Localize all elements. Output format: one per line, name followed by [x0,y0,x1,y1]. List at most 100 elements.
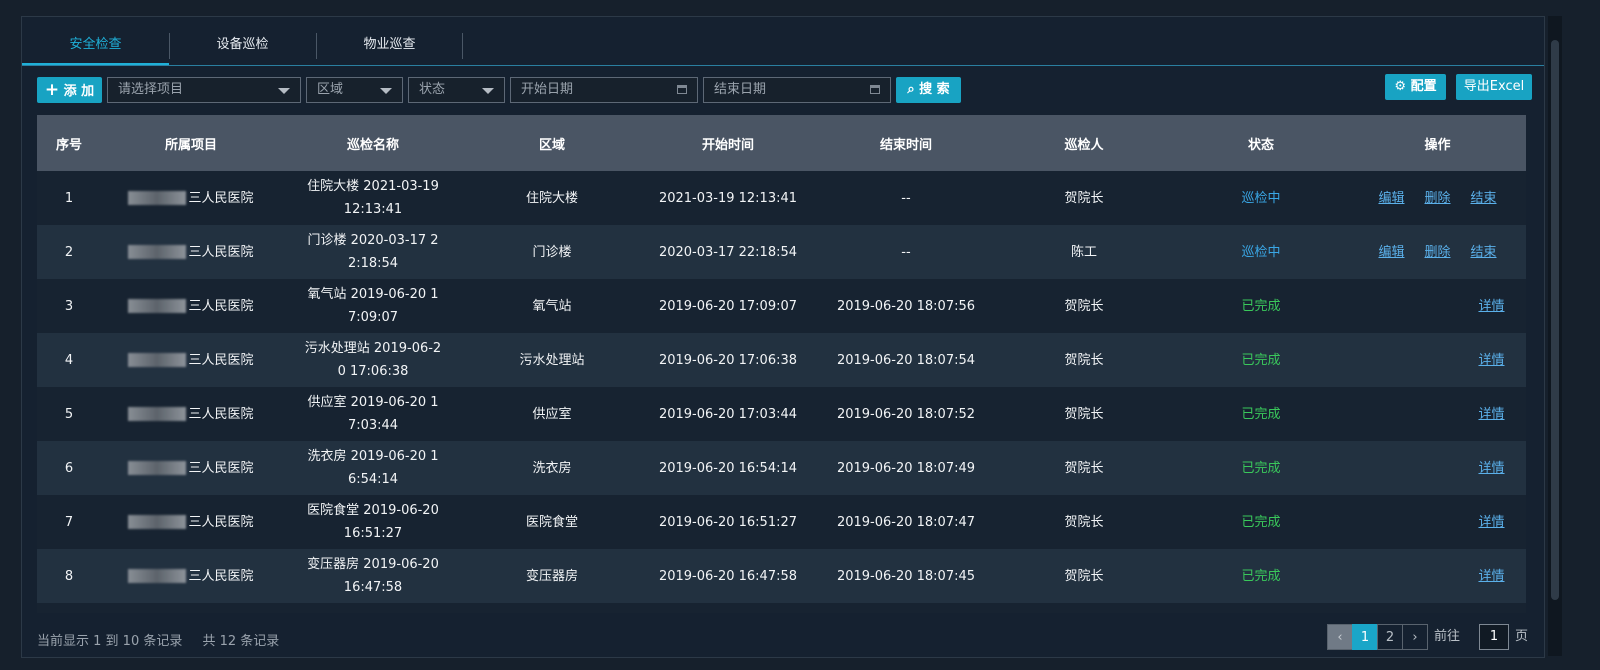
detail-link[interactable]: 详情 [1478,299,1504,314]
edit-link[interactable]: 编辑 [1378,245,1404,260]
chevron-right-icon: › [1412,630,1418,645]
cell-start-time: 2019-06-20 16:51:27 [639,495,817,549]
cell-name: 洗衣房 2019-06-20 1 6:54:14 [281,441,465,495]
cell-end-time: -- [817,171,995,225]
end-time-text: 2019-06-20 18:07:56 [836,298,976,314]
area-text: 污水处理站 [519,352,585,368]
name-line-2: 0 17:06:38 [337,364,409,379]
cell-inspector: 陈工 [995,225,1173,279]
config-button[interactable]: ⚙ 配置 [1385,74,1446,100]
cell-status: 已完成 [1173,333,1349,387]
name-line-2: 16:47:58 [343,580,403,595]
project-select[interactable]: 请选择项目 [107,77,301,103]
table-row: 4 三人民医院 污水处理站 2019-06-2 0 17:06:38 污水处理站 2019… [37,333,1526,387]
name-line-1: 污水处理站 2019-06-2 [304,341,442,356]
header-inspector: 巡检人 [995,115,1173,171]
finish-link[interactable]: 结束 [1471,245,1497,260]
detail-link[interactable]: 详情 [1478,407,1504,422]
cell-area: 洗衣房 [465,441,639,495]
index-text: 8 [64,568,74,584]
status-badge: 已完成 [1241,298,1281,314]
end-time-text: 2019-06-20 18:07:45 [836,568,976,584]
table-row: 7 三人民医院 医院食堂 2019-06-20 16:51:27 医院食堂 2019-06… [37,495,1526,549]
detail-link[interactable]: 详情 [1478,461,1504,476]
next-page-button[interactable]: › [1402,624,1428,650]
inspector-text: 贺院长 [1064,568,1104,584]
edit-link[interactable]: 编辑 [1378,191,1404,206]
detail-link[interactable]: 详情 [1478,569,1504,584]
cell-operations: 详情 [1349,495,1526,549]
name-line-1: 洗衣房 2019-06-20 1 [307,449,439,464]
config-button-label: 配置 [1410,79,1437,94]
search-button[interactable]: ⌕ 搜 索 [896,77,961,103]
tab-property-patrol[interactable]: 物业巡查 [316,27,463,63]
start-date-input[interactable]: 开始日期 [510,77,698,103]
inspector-text: 贺院长 [1064,460,1104,476]
index-text: 3 [64,298,74,314]
cell-project: 三人民医院 [101,549,281,603]
add-button[interactable]: + 添 加 [37,77,102,103]
cell-status: 已完成 [1173,387,1349,441]
goto-page-input[interactable]: 1 [1479,624,1509,650]
redacted-mask [128,515,187,529]
end-date-input[interactable]: 结束日期 [703,77,891,103]
status-badge: 已完成 [1241,460,1281,476]
project-text: 三人民医院 [188,406,254,422]
cell-start-time: 2019-06-20 17:03:44 [639,387,817,441]
cell-index: 7 [37,495,101,549]
area-text: 氧气站 [532,298,572,314]
page-2-button[interactable]: 2 [1377,624,1403,650]
cell-status: 巡检中 [1173,171,1349,225]
prev-page-button[interactable]: ‹ [1327,624,1353,650]
cell-start-time: 2019-06-20 16:47:58 [639,549,817,603]
tab-equipment-inspection[interactable]: 设备巡检 [169,27,316,63]
main-panel: 安全检查 设备巡检 物业巡查 + 添 加 请选择项目 区域 状态 开始日期 结束… [21,16,1545,658]
cell-area: 氧气站 [465,279,639,333]
name-line-2: 2:18:54 [347,256,399,271]
redacted-mask [128,191,187,205]
goto-label: 前往 [1434,629,1461,644]
vertical-scrollbar-thumb[interactable] [1551,40,1559,600]
table-row: 1 三人民医院 住院大楼 2021-03-19 12:13:41 住院大楼 2021-03… [37,171,1526,225]
name-line-2: 16:51:27 [343,526,403,541]
area-text: 住院大楼 [525,190,578,206]
index-text: 4 [64,352,74,368]
cell-end-time: 2019-06-20 18:07:49 [817,441,995,495]
table-row: 6 三人民医院 洗衣房 2019-06-20 1 6:54:14 洗衣房 2019-06-… [37,441,1526,495]
cell-inspector: 贺院长 [995,495,1173,549]
start-date-placeholder: 开始日期 [521,82,574,97]
header-start-time: 开始时间 [639,115,817,171]
status-select[interactable]: 状态 [408,77,505,103]
index-text: 5 [64,406,74,422]
search-icon: ⌕ [907,82,915,97]
export-excel-button[interactable]: 导出Excel [1456,74,1532,100]
delete-link[interactable]: 删除 [1424,245,1450,260]
chevron-down-icon [380,88,392,94]
finish-link[interactable]: 结束 [1471,191,1497,206]
cell-name: 发电机房 2019-06-20 [281,603,465,613]
gear-icon: ⚙ [1394,79,1407,94]
page-1-button[interactable]: 1 [1352,624,1378,650]
start-time-text: 2019-06-20 17:06:38 [658,352,798,368]
record-range-text: 当前显示 1 到 10 条记录 [37,634,183,649]
header-name: 巡检名称 [281,115,465,171]
cell-inspector: 贺院长 [995,387,1173,441]
end-date-placeholder: 结束日期 [714,82,767,97]
tab-bar: 安全检查 设备巡检 物业巡查 [22,27,463,67]
delete-link[interactable]: 删除 [1424,191,1450,206]
start-time-text: 2019-06-20 16:47:58 [658,568,798,584]
detail-link[interactable]: 详情 [1478,515,1504,530]
cell-operations: 详情 [1349,333,1526,387]
cell-end-time: -- [817,225,995,279]
cell-end-time: 2019-06-20 18:07:56 [817,279,995,333]
add-button-label: 添 加 [63,84,95,99]
calendar-icon [677,85,687,94]
index-text: 6 [64,460,74,476]
cell-operations: 详情 [1349,441,1526,495]
detail-link[interactable]: 详情 [1478,353,1504,368]
project-text: 三人民医院 [188,460,254,476]
cell-name: 住院大楼 2021-03-19 12:13:41 [281,171,465,225]
area-select[interactable]: 区域 [306,77,403,103]
tab-safety-check[interactable]: 安全检查 [22,27,169,65]
cell-start-time: 2019-06-20 17:09:07 [639,279,817,333]
